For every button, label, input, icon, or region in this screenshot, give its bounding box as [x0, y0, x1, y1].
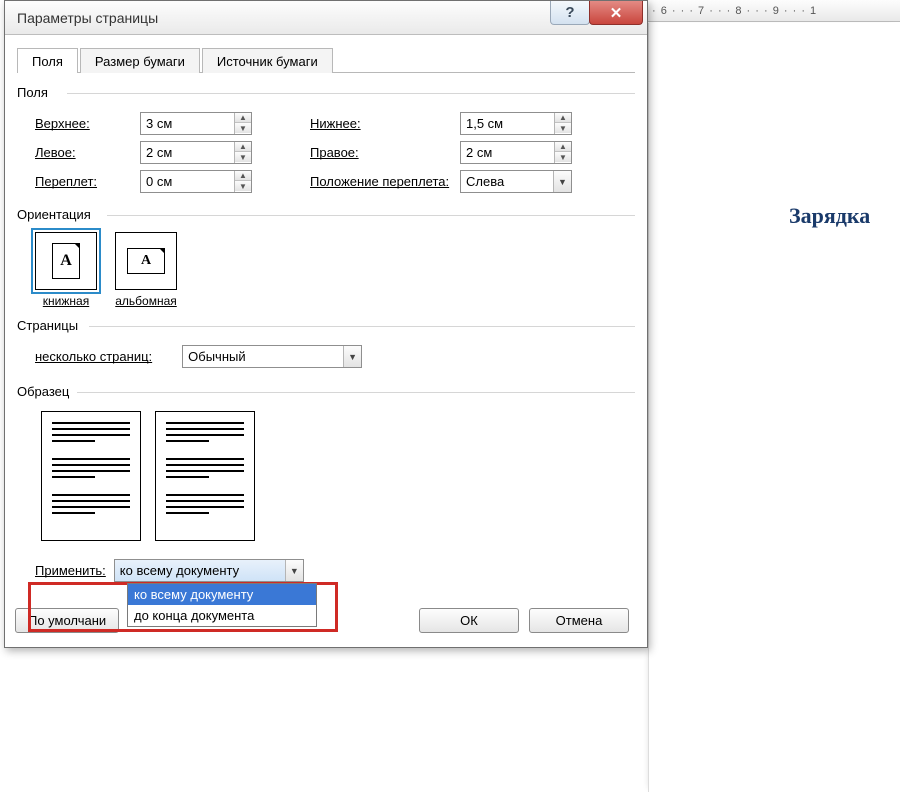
- page-setup-dialog: Параметры страницы ? ✕ Поля Размер бумаг…: [4, 0, 648, 648]
- orientation-portrait-label: книжная: [43, 294, 89, 308]
- help-button[interactable]: ?: [550, 1, 590, 25]
- select-multiple-pages[interactable]: Обычный ▼: [182, 345, 362, 368]
- orientation-portrait[interactable]: A книжная: [35, 232, 97, 308]
- label-top: Верхнее:: [35, 116, 140, 131]
- sample-page-icon: [41, 411, 141, 541]
- select-apply-to[interactable]: ко всему документу ▼: [114, 559, 304, 582]
- input-right-margin-value[interactable]: [461, 142, 554, 163]
- select-multiple-pages-value: Обычный: [183, 346, 343, 367]
- input-top-margin-value[interactable]: [141, 113, 234, 134]
- ruler: · 6 · · · 7 · · · 8 · · · 9 · · · 1: [648, 0, 900, 22]
- input-left-margin[interactable]: ▲▼: [140, 141, 252, 164]
- titlebar[interactable]: Параметры страницы ? ✕: [5, 1, 647, 35]
- group-orientation-label: Ориентация: [17, 205, 635, 224]
- input-bottom-margin-value[interactable]: [461, 113, 554, 134]
- input-top-margin[interactable]: ▲▼: [140, 112, 252, 135]
- landscape-page-icon: A: [127, 248, 165, 274]
- chevron-down-icon[interactable]: ▼: [343, 346, 361, 367]
- input-gutter[interactable]: ▲▼: [140, 170, 252, 193]
- spin-down-icon[interactable]: ▼: [235, 152, 251, 162]
- label-bottom: Нижнее:: [310, 116, 460, 131]
- label-gutter: Переплет:: [35, 174, 140, 189]
- label-left: Левое:: [35, 145, 140, 160]
- label-right: Правое:: [310, 145, 460, 160]
- document-title: Зарядка: [789, 203, 870, 229]
- spin-up-icon[interactable]: ▲: [235, 113, 251, 123]
- spin-up-icon[interactable]: ▲: [555, 142, 571, 152]
- tab-strip: Поля Размер бумаги Источник бумаги: [17, 47, 635, 73]
- spin-up-icon[interactable]: ▲: [235, 171, 251, 181]
- input-bottom-margin[interactable]: ▲▼: [460, 112, 572, 135]
- label-apply-to: Применить:: [35, 563, 106, 578]
- input-right-margin[interactable]: ▲▼: [460, 141, 572, 164]
- chevron-down-icon[interactable]: ▼: [285, 560, 303, 581]
- orientation-landscape[interactable]: A альбомная: [115, 232, 177, 308]
- input-left-margin-value[interactable]: [141, 142, 234, 163]
- spin-down-icon[interactable]: ▼: [555, 123, 571, 133]
- apply-to-option-end-of-document[interactable]: до конца документа: [128, 605, 316, 626]
- chevron-down-icon[interactable]: ▼: [553, 171, 571, 192]
- spin-up-icon[interactable]: ▲: [555, 113, 571, 123]
- tab-paper-size[interactable]: Размер бумаги: [80, 48, 200, 73]
- select-gutter-position-value: Слева: [461, 171, 553, 192]
- spin-down-icon[interactable]: ▼: [235, 181, 251, 191]
- tab-margins[interactable]: Поля: [17, 48, 78, 73]
- spin-up-icon[interactable]: ▲: [235, 142, 251, 152]
- group-fields-label: Поля: [17, 83, 635, 102]
- portrait-page-icon: A: [52, 243, 80, 279]
- sample-preview: [41, 411, 635, 541]
- label-multiple-pages: несколько страниц:: [35, 349, 152, 364]
- spin-down-icon[interactable]: ▼: [555, 152, 571, 162]
- ok-button[interactable]: ОК: [419, 608, 519, 633]
- default-button[interactable]: По умолчани: [15, 608, 119, 633]
- select-gutter-position[interactable]: Слева ▼: [460, 170, 572, 193]
- label-gutter-position: Положение переплета:: [310, 174, 460, 189]
- select-apply-to-value: ко всему документу: [115, 560, 285, 581]
- group-pages-label: Страницы: [17, 316, 635, 335]
- dialog-title: Параметры страницы: [17, 10, 551, 26]
- document-area: Зарядка: [648, 23, 900, 792]
- orientation-landscape-label: альбомная: [115, 294, 177, 308]
- close-button[interactable]: ✕: [589, 1, 643, 25]
- apply-to-dropdown[interactable]: ко всему документу до конца документа: [127, 583, 317, 627]
- cancel-button[interactable]: Отмена: [529, 608, 629, 633]
- group-sample-label: Образец: [17, 382, 635, 401]
- spin-down-icon[interactable]: ▼: [235, 123, 251, 133]
- sample-page-icon: [155, 411, 255, 541]
- tab-paper-source[interactable]: Источник бумаги: [202, 48, 333, 73]
- apply-to-option-whole-document[interactable]: ко всему документу: [128, 584, 316, 605]
- input-gutter-value[interactable]: [141, 171, 234, 192]
